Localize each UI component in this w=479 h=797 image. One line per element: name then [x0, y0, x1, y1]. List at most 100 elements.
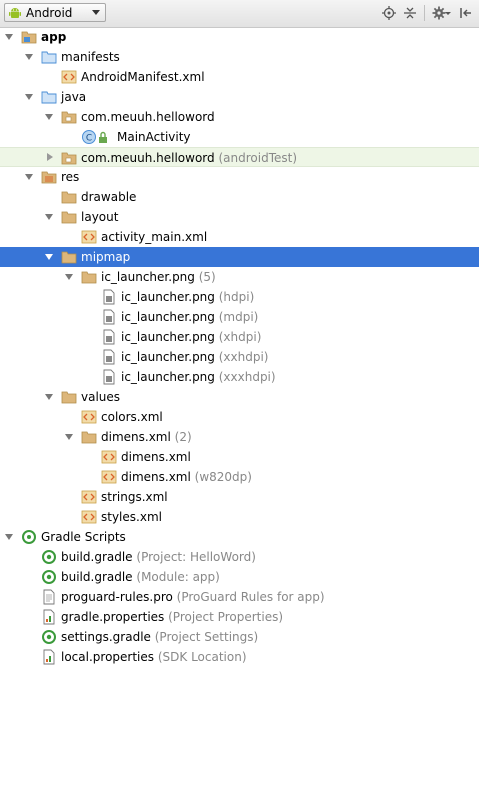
tree-item-dimens[interactable]: dimens.xml [0, 447, 479, 467]
expand-arrow[interactable] [65, 432, 75, 442]
tree-item-java[interactable]: java [0, 87, 479, 107]
tree-item-settings-gradle[interactable]: settings.gradle (Project Settings) [0, 627, 479, 647]
tree-item-label: ic_launcher.png [101, 270, 195, 284]
collapse-all-icon[interactable] [402, 5, 418, 21]
tree-item-package-androidtest[interactable]: com.meuuh.helloword (androidTest) [0, 147, 479, 167]
folder-icon [41, 49, 57, 65]
expand-arrow[interactable] [25, 92, 35, 102]
tree-item-build-gradle-project[interactable]: build.gradle (Project: HelloWord) [0, 547, 479, 567]
expand-arrow[interactable] [5, 32, 15, 42]
tree-item-mainactivity[interactable]: C MainActivity [0, 127, 479, 147]
image-file-icon [101, 349, 117, 365]
tree-item-app[interactable]: app [0, 27, 479, 47]
tree-item-local-properties[interactable]: local.properties (SDK Location) [0, 647, 479, 667]
tree-item-hint: (5) [198, 270, 216, 284]
android-icon [8, 6, 22, 20]
tree-item-androidmanifest[interactable]: AndroidManifest.xml [0, 67, 479, 87]
tree-item-dimens-group[interactable]: dimens.xml (2) [0, 427, 479, 447]
gradle-icon [21, 529, 37, 545]
tree-item-activity-main[interactable]: activity_main.xml [0, 227, 479, 247]
expand-arrow[interactable] [25, 172, 35, 182]
hide-panel-icon[interactable] [458, 5, 474, 21]
tree-item-build-gradle-module[interactable]: build.gradle (Module: app) [0, 567, 479, 587]
xml-file-icon [101, 469, 117, 485]
tree-item-label: colors.xml [101, 410, 163, 424]
tree-item-res[interactable]: res [0, 167, 479, 187]
project-toolbar: Android [0, 0, 479, 28]
class-icon: C [81, 129, 97, 145]
tree-item-hint: (Project Properties) [168, 610, 284, 624]
expand-arrow[interactable] [45, 112, 55, 122]
tree-item-ic-launcher-hdpi[interactable]: ic_launcher.png (hdpi) [0, 287, 479, 307]
tree-item-label: com.meuuh.helloword [81, 151, 215, 165]
folder-icon [81, 429, 97, 445]
tree-item-label: app [41, 30, 67, 44]
resource-folder-icon [41, 169, 57, 185]
tree-item-label: dimens.xml [101, 430, 171, 444]
xml-file-icon [81, 509, 97, 525]
collapsed-arrow[interactable] [45, 153, 55, 163]
properties-file-icon [41, 609, 57, 625]
lock-icon [97, 129, 109, 145]
xml-file-icon [101, 449, 117, 465]
expand-arrow[interactable] [45, 392, 55, 402]
expand-arrow[interactable] [25, 52, 35, 62]
tree-item-manifests[interactable]: manifests [0, 47, 479, 67]
tree-item-label: manifests [61, 50, 120, 64]
tree-item-package[interactable]: com.meuuh.helloword [0, 107, 479, 127]
folder-icon [61, 189, 77, 205]
image-file-icon [101, 289, 117, 305]
tree-item-ic-launcher-xxxhdpi[interactable]: ic_launcher.png (xxxhdpi) [0, 367, 479, 387]
folder-icon [81, 269, 97, 285]
tree-item-label: ic_launcher.png [121, 290, 215, 304]
tree-item-dimens-w820dp[interactable]: dimens.xml (w820dp) [0, 467, 479, 487]
tree-item-drawable[interactable]: drawable [0, 187, 479, 207]
tree-item-colors[interactable]: colors.xml [0, 407, 479, 427]
folder-icon [61, 209, 77, 225]
tree-item-gradle-scripts[interactable]: Gradle Scripts [0, 527, 479, 547]
image-file-icon [101, 369, 117, 385]
tree-item-ic-launcher-xhdpi[interactable]: ic_launcher.png (xhdpi) [0, 327, 479, 347]
tree-item-label: settings.gradle [61, 630, 151, 644]
expand-arrow[interactable] [65, 272, 75, 282]
image-file-icon [101, 309, 117, 325]
tree-item-proguard-rules[interactable]: proguard-rules.pro (ProGuard Rules for a… [0, 587, 479, 607]
tree-item-values[interactable]: values [0, 387, 479, 407]
tree-item-label: build.gradle [61, 570, 133, 584]
view-mode-dropdown[interactable]: Android [4, 3, 106, 22]
project-tree: app manifests AndroidManifest.xml java c… [0, 27, 479, 667]
tree-item-hint: (mdpi) [218, 310, 259, 324]
xml-file-icon [81, 489, 97, 505]
tree-item-styles[interactable]: styles.xml [0, 507, 479, 527]
gradle-file-icon [41, 549, 57, 565]
chevron-down-icon [92, 10, 100, 15]
tree-item-ic-launcher-xxhdpi[interactable]: ic_launcher.png (xxhdpi) [0, 347, 479, 367]
tree-item-label: drawable [81, 190, 137, 204]
tree-item-gradle-properties[interactable]: gradle.properties (Project Properties) [0, 607, 479, 627]
expand-arrow[interactable] [45, 252, 55, 262]
module-folder-icon [21, 29, 37, 45]
package-icon [61, 109, 77, 125]
tree-item-mipmap[interactable]: mipmap [0, 247, 479, 267]
tree-item-label: layout [81, 210, 119, 224]
expand-arrow[interactable] [5, 532, 15, 542]
tree-item-hint: (hdpi) [218, 290, 255, 304]
tree-item-label: ic_launcher.png [121, 370, 215, 384]
tree-item-label: ic_launcher.png [121, 350, 215, 364]
tree-item-hint: (Project: HelloWord) [136, 550, 256, 564]
tree-item-label: dimens.xml [121, 470, 191, 484]
tree-item-label: mipmap [81, 250, 131, 264]
tree-item-hint: (SDK Location) [157, 650, 247, 664]
expand-arrow[interactable] [45, 212, 55, 222]
tree-item-ic-launcher-group[interactable]: ic_launcher.png (5) [0, 267, 479, 287]
source-folder-icon [41, 89, 57, 105]
tree-item-label: activity_main.xml [101, 230, 208, 244]
tree-item-ic-launcher-mdpi[interactable]: ic_launcher.png (mdpi) [0, 307, 479, 327]
settings-chevron-icon[interactable] [444, 5, 452, 21]
tree-item-layout[interactable]: layout [0, 207, 479, 227]
tree-item-strings[interactable]: strings.xml [0, 487, 479, 507]
tree-item-label: java [61, 90, 87, 104]
tree-item-hint: (2) [174, 430, 192, 444]
locate-icon[interactable] [381, 5, 397, 21]
tree-item-label: proguard-rules.pro [61, 590, 173, 604]
